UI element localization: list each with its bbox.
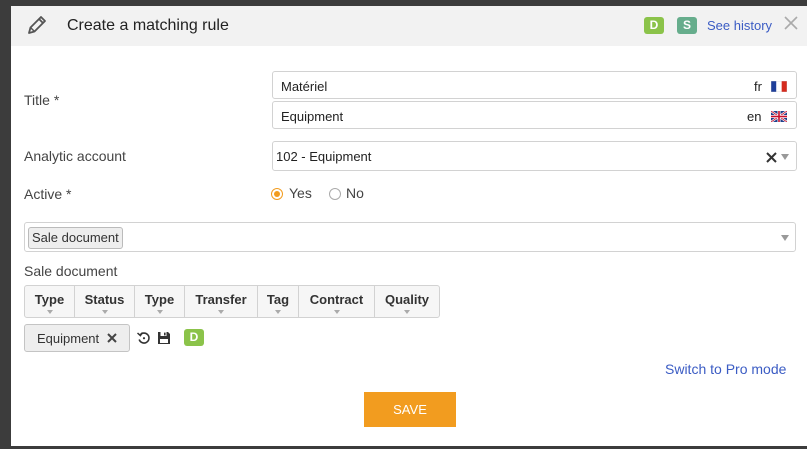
chip-d-badge[interactable]: D — [184, 329, 204, 346]
chevron-down-icon[interactable] — [781, 154, 789, 160]
active-yes-radio[interactable] — [271, 188, 283, 200]
dialog-header: Create a matching rule D S See history — [11, 6, 807, 46]
pencil-icon — [28, 16, 46, 34]
sale-document-tag[interactable]: Sale document — [28, 227, 123, 249]
filter-col-contract[interactable]: Contract — [299, 286, 375, 317]
uk-flag-icon — [771, 111, 787, 122]
chevron-down-icon[interactable] — [781, 235, 789, 241]
clear-icon[interactable] — [766, 152, 777, 163]
filter-col-status[interactable]: Status — [75, 286, 135, 317]
save-icon[interactable] — [157, 331, 171, 345]
analytic-account-label: Analytic account — [24, 148, 126, 164]
lang-fr-label: fr — [754, 79, 762, 94]
title-fr-input[interactable]: Matériel fr — [272, 71, 797, 99]
title-fr-value: Matériel — [281, 79, 328, 94]
lang-en-label: en — [747, 109, 762, 124]
reset-icon[interactable] — [137, 331, 151, 345]
filter-columns: Type Status Type Transfer Tag Contract Q… — [24, 285, 440, 318]
filter-col-quality[interactable]: Quality — [375, 286, 439, 317]
close-icon[interactable] — [784, 16, 798, 30]
filter-col-type[interactable]: Type — [25, 286, 75, 317]
active-yes-label: Yes — [289, 185, 312, 201]
chip-label: Equipment — [37, 331, 100, 346]
active-no-label: No — [346, 185, 364, 201]
active-label: Active * — [24, 186, 72, 202]
remove-icon[interactable] — [107, 333, 117, 343]
france-flag-icon — [771, 81, 787, 92]
title-en-input[interactable]: Equipment en — [272, 101, 797, 129]
analytic-account-select[interactable]: 102 - Equipment — [272, 141, 797, 171]
analytic-account-value: 102 - Equipment — [276, 149, 372, 164]
equipment-filter-chip[interactable]: Equipment — [24, 324, 130, 352]
save-button[interactable]: SAVE — [364, 392, 456, 427]
title-label: Title * — [24, 92, 60, 108]
active-no-radio[interactable] — [329, 188, 341, 200]
document-type-select[interactable]: Sale document — [24, 222, 796, 252]
filter-col-transfer[interactable]: Transfer — [185, 286, 258, 317]
d-badge[interactable]: D — [644, 17, 664, 34]
sale-document-label: Sale document — [24, 263, 118, 279]
title-en-value: Equipment — [281, 109, 344, 124]
filter-col-tag[interactable]: Tag — [258, 286, 299, 317]
dialog-title: Create a matching rule — [67, 17, 229, 34]
switch-pro-mode-link[interactable]: Switch to Pro mode — [665, 361, 786, 377]
s-badge[interactable]: S — [677, 17, 697, 34]
matching-rule-dialog: Create a matching rule D S See history T… — [11, 6, 807, 446]
filter-col-type-2[interactable]: Type — [135, 286, 185, 317]
see-history-link[interactable]: See history — [707, 18, 772, 33]
